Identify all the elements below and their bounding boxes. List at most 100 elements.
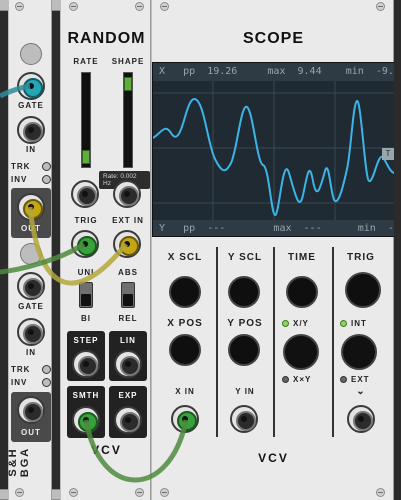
smth-jack[interactable] (72, 406, 100, 434)
random-title: RANDOM (67, 30, 146, 47)
rel-label: REL (118, 314, 138, 323)
out-jack-2[interactable] (17, 396, 45, 424)
screw (135, 2, 144, 11)
xy-label: X/Y (293, 319, 309, 328)
exp-jack[interactable] (114, 406, 142, 434)
abs-rel-switch[interactable] (121, 282, 135, 308)
trig-knob[interactable] (345, 272, 381, 308)
in-jack-1[interactable] (17, 116, 45, 144)
xxy-light (282, 376, 289, 383)
y-scl-knob[interactable] (228, 276, 260, 308)
x-in-jack[interactable] (171, 405, 199, 433)
screw (15, 2, 24, 11)
inv-light-1 (42, 175, 51, 184)
divider (332, 247, 334, 437)
rack-edge (394, 0, 401, 500)
sample-and-hold-module: GATE IN TRK INV OUT GATE IN TRK INV OUT … (7, 0, 52, 500)
scope-title: SCOPE (242, 30, 304, 47)
divider (216, 247, 218, 437)
sh-brand-logo: S&H BGA (7, 446, 31, 478)
int-label: INT (351, 319, 367, 328)
y-pp-value: --- (207, 223, 226, 234)
int-ext-button[interactable] (341, 334, 377, 370)
trig-label: TRIG (74, 216, 98, 225)
screw (135, 488, 144, 497)
gate-jack-1[interactable] (17, 72, 45, 100)
y-max-label: max (273, 223, 292, 234)
divider (273, 247, 275, 437)
ext-in-jack[interactable] (113, 230, 141, 258)
trk-light-2 (42, 365, 51, 374)
trigger-marker-text: T (385, 149, 391, 158)
scope-vcv-logo: VCV (258, 451, 289, 465)
random-module: RANDOM RATE SHAPE Rate: 0.002 Hz TRIG EX… (60, 0, 151, 500)
inv-light-2 (42, 378, 51, 387)
lin-jack[interactable] (114, 350, 142, 378)
trk-light-1 (42, 162, 51, 171)
random-out-jack-1[interactable] (71, 180, 99, 208)
y-min-label: min (357, 223, 376, 234)
lin-label: LIN (120, 336, 136, 345)
step-label: STEP (73, 336, 99, 345)
out-jack-1[interactable] (17, 193, 45, 221)
x-in-label: X IN (175, 387, 195, 396)
y-pos-label: Y POS (227, 318, 263, 329)
time-label: TIME (288, 252, 316, 263)
ext-light (340, 376, 347, 383)
screw (160, 2, 169, 11)
abs-label: ABS (118, 268, 138, 277)
gate-jack-2[interactable] (17, 272, 45, 300)
xxy-label: X×Y (293, 375, 312, 384)
xy-mode-button[interactable] (283, 334, 319, 370)
in-jack-2[interactable] (17, 318, 45, 346)
scope-display: X pp 19.26 max 9.44 min -9.82 (152, 62, 395, 237)
y-max-value: --- (303, 223, 322, 234)
scope-module: SCOPE X pp 19.26 max 9.44 min -9.82 (151, 0, 395, 500)
x-pos-label: X POS (167, 318, 203, 329)
uni-label: UNI (77, 268, 95, 277)
trk-label-2: TRK (11, 365, 31, 374)
screw (376, 2, 385, 11)
in-label-1: IN (26, 145, 36, 154)
smth-label: SMTH (72, 391, 100, 400)
sh-button-1[interactable] (20, 43, 42, 65)
screw (69, 2, 78, 11)
y-pp-label: pp (183, 223, 196, 234)
scope-waveform (153, 81, 394, 220)
trigger-marker: T (382, 148, 394, 160)
in-label-2: IN (26, 348, 36, 357)
ext-in-label: EXT IN (112, 216, 144, 225)
int-light (340, 320, 347, 327)
out-label-1: OUT (21, 224, 41, 233)
screw (69, 488, 78, 497)
random-vcv-logo: VCV (91, 443, 122, 457)
y-in-jack[interactable] (230, 405, 258, 433)
ext-label: EXT (351, 375, 370, 384)
shape-label: SHAPE (111, 57, 145, 66)
screw (160, 488, 169, 497)
y-in-label: Y IN (235, 387, 255, 396)
gate-label-2: GATE (18, 302, 44, 311)
trk-label-1: TRK (11, 162, 31, 171)
screw (376, 488, 385, 497)
trig-in-jack[interactable] (347, 405, 375, 433)
step-jack[interactable] (72, 350, 100, 378)
shape-slider-handle[interactable] (124, 77, 132, 91)
uni-bi-switch[interactable] (79, 282, 93, 308)
gate-label-1: GATE (18, 101, 44, 110)
x-scl-knob[interactable] (169, 276, 201, 308)
sh-button-2[interactable] (20, 243, 42, 265)
x-scl-label: X SCL (167, 252, 203, 263)
time-knob[interactable] (286, 276, 318, 308)
bi-label: BI (81, 314, 91, 323)
inv-label-1: INV (11, 175, 28, 184)
rack: GATE IN TRK INV OUT GATE IN TRK INV OUT … (0, 0, 401, 500)
trig-jack[interactable] (71, 230, 99, 258)
y-pos-knob[interactable] (228, 334, 260, 366)
rate-slider-handle[interactable] (82, 150, 90, 164)
x-pos-knob[interactable] (169, 334, 201, 366)
random-out-jack-2[interactable] (113, 180, 141, 208)
rate-label: RATE (73, 57, 99, 66)
chevron-down-icon: ⌄ (356, 386, 366, 397)
y-scl-label: Y SCL (227, 252, 263, 263)
